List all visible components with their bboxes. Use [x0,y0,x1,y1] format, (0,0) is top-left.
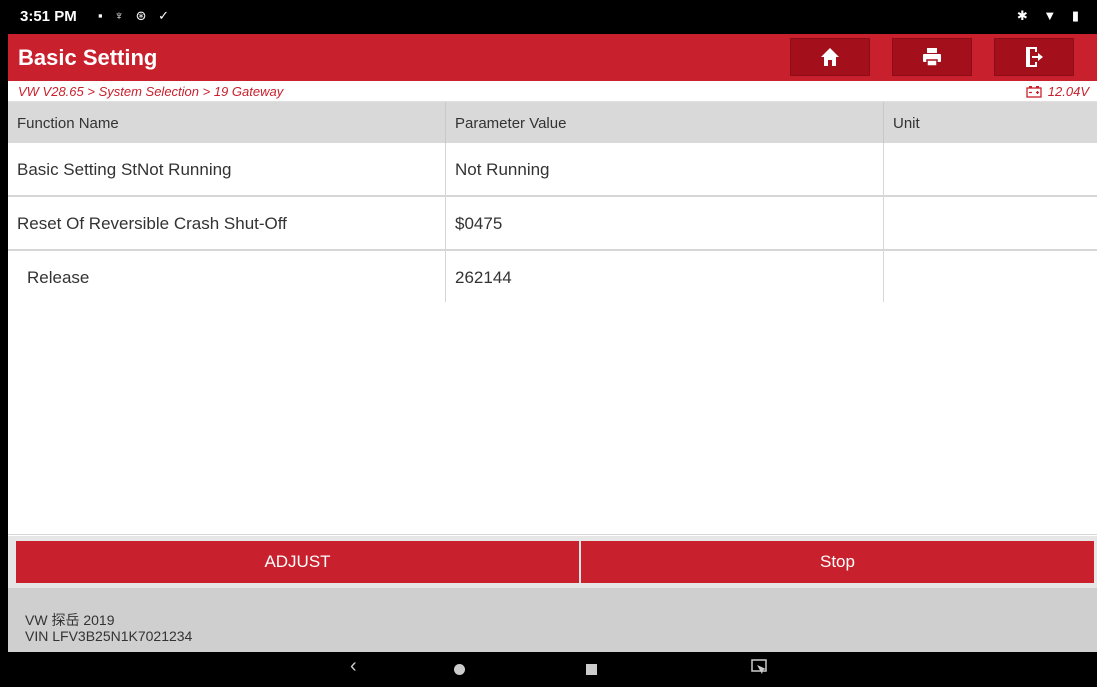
table-header: Function Name Parameter Value Unit [8,102,1097,143]
parameter-value-cell: Not Running [445,143,883,195]
home-button[interactable] [790,38,870,76]
vehicle-model: VW 探岳 2019 [25,612,115,628]
header-bar: Basic Setting [8,34,1097,81]
printer-icon [923,48,941,67]
table-row[interactable]: Release 262144 [8,251,1097,305]
column-header-function-name: Function Name [17,115,119,132]
print-button[interactable] [892,38,972,76]
notification-icons: ▪ ♆ ⊛ ✓ [98,8,173,23]
voltage-value: 12.04V [1047,84,1089,99]
nav-home-icon[interactable] [454,664,465,675]
parameter-value-cell: 262144 [445,251,883,303]
exit-icon [1026,47,1043,67]
battery-voltage: 12.04V [1026,84,1089,99]
function-name-cell: Release [8,251,445,303]
breadcrumb-path: VW V28.65 > System Selection > 19 Gatewa… [18,84,284,99]
page-title: Basic Setting [18,45,158,70]
adjust-button[interactable]: ADJUST [16,541,579,583]
nav-back-icon[interactable]: ‹ [350,655,357,678]
column-header-parameter-value: Parameter Value [445,102,883,143]
column-header-unit: Unit [883,102,1097,143]
app-screen: 3:51 PM ▪ ♆ ⊛ ✓ ✱ ▼ ▮ Basic Setting VW V… [8,0,1097,687]
unit-cell [883,143,1097,195]
breadcrumb: VW V28.65 > System Selection > 19 Gatewa… [8,81,1097,102]
vehicle-info-footer: VW 探岳 2019 VIN LFV3B25N1K7021234 [8,588,1097,652]
parameter-value-cell: $0475 [445,197,883,249]
action-bar: ADJUST Stop [8,536,1097,588]
screenshot-glyph [751,659,767,674]
system-icons: ✱ ▼ ▮ [1016,8,1085,23]
table-row[interactable]: Basic Setting StNot Running Not Running [8,143,1097,197]
parameter-table: Function Name Parameter Value Unit Basic… [8,102,1097,305]
function-name-cell: Reset Of Reversible Crash Shut-Off [8,197,445,249]
unit-cell [883,197,1097,249]
table-row[interactable]: Reset Of Reversible Crash Shut-Off $0475 [8,197,1097,251]
status-time: 3:51 PM [20,8,77,25]
table-empty-area [8,302,1097,535]
nav-recents-icon[interactable] [586,664,597,675]
android-nav-bar: ‹ [8,652,1097,687]
unit-cell [883,251,1097,303]
status-bar: 3:51 PM ▪ ♆ ⊛ ✓ ✱ ▼ ▮ [8,0,1097,34]
function-name-cell: Basic Setting StNot Running [8,143,445,195]
screenshot-icon[interactable] [751,659,767,680]
battery-icon [1026,85,1042,98]
stop-button[interactable]: Stop [581,541,1094,583]
vehicle-vin: VIN LFV3B25N1K7021234 [25,628,193,644]
home-icon [821,48,839,66]
exit-button[interactable] [994,38,1074,76]
